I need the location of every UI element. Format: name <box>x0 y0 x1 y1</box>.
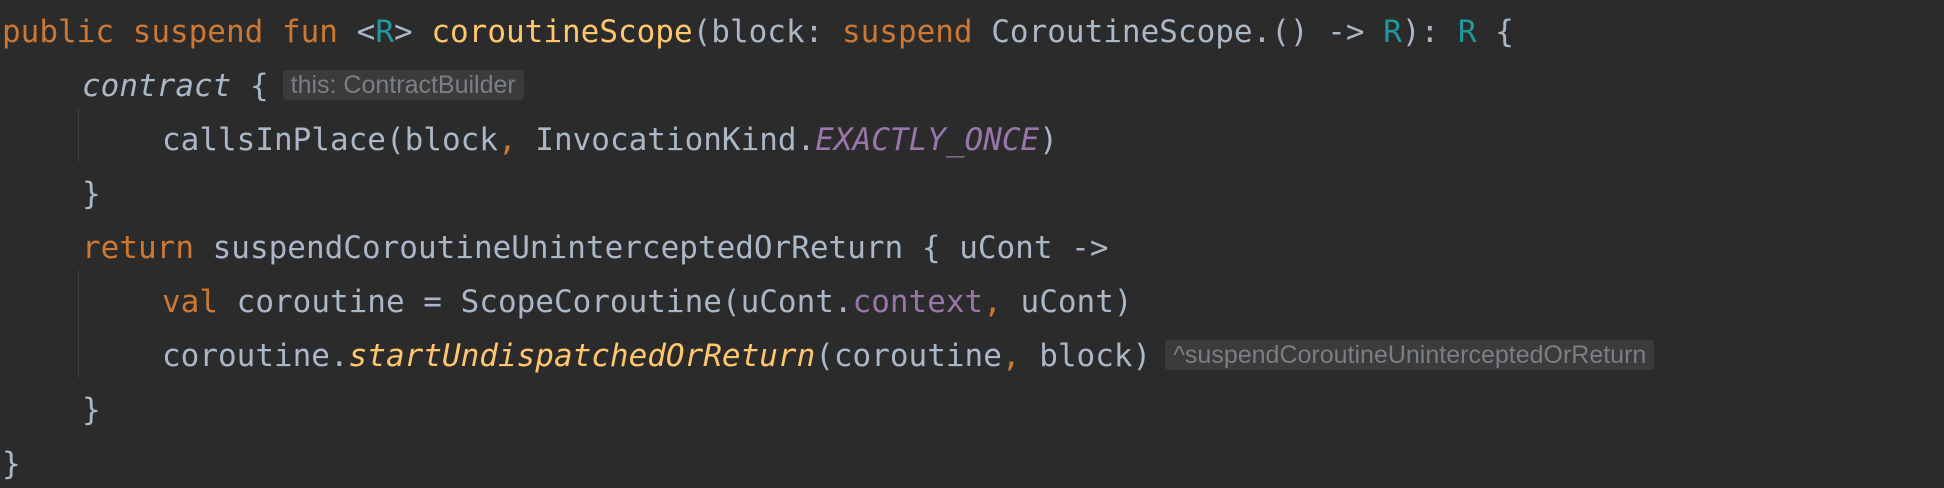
close-paren: ) <box>1039 122 1058 158</box>
receiver-coroutine: coroutine. <box>162 338 349 374</box>
calls-in-place-call: callsInPlace(block <box>162 122 498 158</box>
receiver-type: CoroutineScope.() -> <box>972 14 1384 50</box>
open-brace: { <box>231 68 269 104</box>
code-line-2[interactable]: contract { this: ContractBuilder <box>2 66 524 106</box>
close-brace: } <box>2 446 21 482</box>
keyword-fun: fun <box>281 14 338 50</box>
code-line-1[interactable]: public suspend fun <R> coroutineScope(bl… <box>2 12 1514 52</box>
keyword-return: return <box>82 230 194 266</box>
keyword-suspend: suspend <box>132 14 264 50</box>
assignment-rest: uCont) <box>1001 284 1133 320</box>
function-start-undispatched[interactable]: startUndispatchedOrReturn <box>349 338 816 374</box>
code-line-8[interactable]: } <box>2 390 101 430</box>
constant-exactly-once: EXACTLY_ONCE <box>815 122 1040 158</box>
inlay-hint-this: this: ContractBuilder <box>282 70 524 100</box>
keyword-val: val <box>162 284 218 320</box>
call-args-end: block) <box>1020 338 1152 374</box>
comma: , <box>1001 338 1021 374</box>
inlay-hint-return-label: ^suspendCoroutineUninterceptedOrReturn <box>1165 340 1655 370</box>
val-assignment: coroutine = ScopeCoroutine(uCont. <box>218 284 853 320</box>
suspend-call: suspendCoroutineUninterceptedOrReturn { … <box>193 230 1109 266</box>
contract-call[interactable]: contract <box>82 68 231 104</box>
lambda-return-type: R <box>1383 14 1402 50</box>
type-param-open: < <box>356 14 376 50</box>
close-brace: } <box>82 392 101 428</box>
close-brace: } <box>82 176 101 212</box>
code-line-3[interactable]: callsInPlace(block, InvocationKind.EXACT… <box>2 120 1058 160</box>
code-line-4[interactable]: } <box>2 174 101 214</box>
keyword-suspend-param: suspend <box>841 14 973 50</box>
code-editor[interactable]: public suspend fun <R> coroutineScope(bl… <box>0 0 1944 488</box>
type-param-close: > <box>394 14 413 50</box>
keyword-public: public <box>2 14 114 50</box>
param-block: (block: <box>692 14 842 50</box>
type-param-r: R <box>375 14 394 50</box>
function-name-coroutine-scope[interactable]: coroutineScope <box>431 14 692 50</box>
return-type: R <box>1457 14 1477 50</box>
open-brace: { <box>1476 14 1514 50</box>
comma: , <box>983 284 1002 320</box>
invocation-kind: InvocationKind. <box>516 122 816 158</box>
property-context: context <box>852 284 984 320</box>
signature-mid: ): <box>1401 14 1458 50</box>
code-line-6[interactable]: val coroutine = ScopeCoroutine(uCont.con… <box>2 282 1133 322</box>
comma: , <box>497 122 517 158</box>
code-line-9[interactable]: } <box>2 444 21 484</box>
code-line-5[interactable]: return suspendCoroutineUninterceptedOrRe… <box>2 228 1109 268</box>
code-line-7[interactable]: coroutine.startUndispatchedOrReturn(coro… <box>2 336 1655 376</box>
call-args: (coroutine <box>815 338 1002 374</box>
